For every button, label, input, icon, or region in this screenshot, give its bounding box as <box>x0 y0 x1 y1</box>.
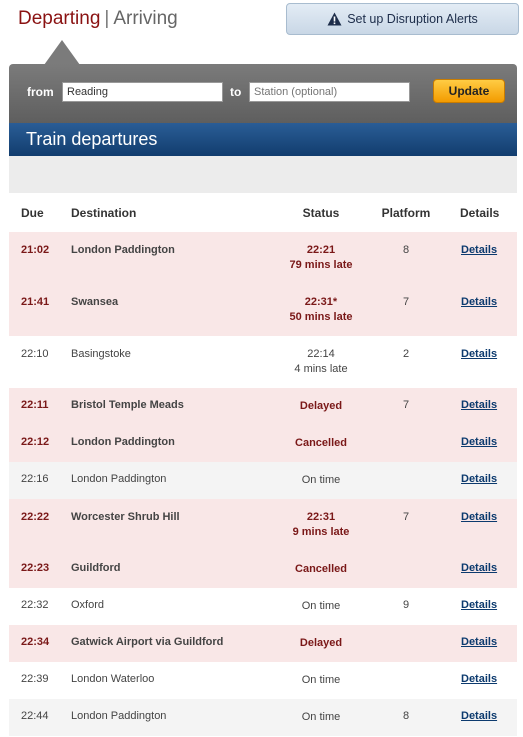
status: 22:31* 50 mins late <box>274 295 368 325</box>
status: 22:31 9 mins late <box>274 510 368 540</box>
column-status: Status <box>302 206 340 220</box>
details-link[interactable]: Details <box>461 673 497 685</box>
due-time: 22:16 <box>21 473 49 485</box>
due-time: 22:10 <box>21 348 49 360</box>
status-time: 22:31 <box>306 511 336 523</box>
details-link[interactable]: Details <box>461 473 497 485</box>
platform: 2 <box>402 348 410 360</box>
update-button[interactable]: Update <box>433 79 505 103</box>
status-time: 22:21 <box>306 244 336 256</box>
column-destination: Destination <box>71 206 137 220</box>
destination: Oxford <box>71 599 105 611</box>
details-link[interactable]: Details <box>461 636 497 648</box>
table-header: Due Destination Status Platform Details <box>9 193 517 232</box>
column-details: Details <box>460 206 500 220</box>
destination: Basingstoke <box>71 348 131 360</box>
table-row: 22:23 Guildford Cancelled Details <box>9 551 517 588</box>
status-note: 4 mins late <box>294 363 348 375</box>
status: On time <box>301 674 341 686</box>
direction-tabs: Departing | Arriving <box>18 8 178 30</box>
from-label: from <box>27 85 54 99</box>
destination: Bristol Temple Meads <box>71 399 184 411</box>
status-time: 22:14 <box>307 348 335 360</box>
status: Cancelled <box>295 563 347 575</box>
tab-departing[interactable]: Departing <box>18 8 100 29</box>
status: On time <box>301 711 341 723</box>
table-row: 22:34 Gatwick Airport via Guildford Dela… <box>9 625 517 662</box>
status-note: 50 mins late <box>289 311 353 323</box>
details-link[interactable]: Details <box>461 511 497 523</box>
table-row: 22:16 London Paddington On time Details <box>9 462 517 499</box>
board-title: Train departures <box>9 123 517 156</box>
from-station-input[interactable] <box>62 82 223 102</box>
table-row: 21:02 London Paddington 22:21 79 mins lat… <box>9 232 517 284</box>
details-link[interactable]: Details <box>461 436 497 448</box>
destination: Guildford <box>71 562 121 574</box>
tab-separator: | <box>104 8 110 29</box>
status: 22:14 4 mins late <box>274 347 368 377</box>
status: Delayed <box>299 400 343 412</box>
disruption-alerts-button[interactable]: Set up Disruption Alerts <box>286 3 519 35</box>
tab-arriving[interactable]: Arriving <box>113 8 177 29</box>
table-row: 22:22 Worcester Shrub Hill 22:31 9 mins l… <box>9 499 517 551</box>
warning-icon <box>327 12 342 26</box>
destination: Worcester Shrub Hill <box>71 511 180 523</box>
due-time: 22:34 <box>21 636 50 648</box>
table-row: 22:32 Oxford On time 9 Details <box>9 588 517 625</box>
due-time: 21:41 <box>21 296 50 308</box>
to-station-input[interactable] <box>249 82 410 102</box>
details-link[interactable]: Details <box>461 599 497 611</box>
platform: 7 <box>402 296 410 308</box>
due-time: 22:32 <box>21 599 49 611</box>
destination: London Paddington <box>71 710 167 722</box>
details-link[interactable]: Details <box>461 348 497 360</box>
table-row: 22:39 London Waterloo On time Details <box>9 662 517 699</box>
departures-table: Due Destination Status Platform Details … <box>9 193 517 736</box>
destination: Gatwick Airport via Guildford <box>71 636 224 648</box>
table-row: 22:44 London Paddington On time 8 Detail… <box>9 699 517 736</box>
status: On time <box>301 600 341 612</box>
destination: Swansea <box>71 296 119 308</box>
due-time: 21:02 <box>21 244 50 256</box>
table-row: 21:41 Swansea 22:31* 50 mins late 7 Detai… <box>9 284 517 336</box>
details-link[interactable]: Details <box>461 562 497 574</box>
disruption-alerts-label: Set up Disruption Alerts <box>347 12 478 26</box>
table-row: 22:11 Bristol Temple Meads Delayed 7 Det… <box>9 388 517 425</box>
platform: 8 <box>402 244 410 256</box>
tab-pointer <box>44 40 80 65</box>
destination: London Paddington <box>71 244 175 256</box>
table-row: 22:10 Basingstoke 22:14 4 mins late 2 Det… <box>9 336 517 388</box>
table-row: 22:12 London Paddington Cancelled Detail… <box>9 425 517 462</box>
destination: London Waterloo <box>71 673 155 685</box>
status: On time <box>301 474 341 486</box>
details-link[interactable]: Details <box>461 244 497 256</box>
due-time: 22:11 <box>21 399 49 411</box>
status-note: 79 mins late <box>289 259 353 271</box>
board-toolbar <box>9 156 517 193</box>
due-time: 22:23 <box>21 562 50 574</box>
details-link[interactable]: Details <box>461 296 497 308</box>
details-link[interactable]: Details <box>461 399 497 411</box>
details-link[interactable]: Details <box>461 710 497 722</box>
column-due: Due <box>21 206 44 220</box>
due-time: 22:22 <box>21 511 50 523</box>
destination: London Paddington <box>71 473 167 485</box>
due-time: 22:44 <box>21 710 49 722</box>
to-label: to <box>230 85 242 99</box>
platform: 8 <box>402 710 410 722</box>
platform: 9 <box>402 599 410 611</box>
platform: 7 <box>402 511 410 523</box>
platform: 7 <box>402 399 410 411</box>
status-time: 22:31* <box>304 296 338 308</box>
due-time: 22:39 <box>21 673 49 685</box>
due-time: 22:12 <box>21 436 50 448</box>
destination: London Paddington <box>71 436 175 448</box>
status: Cancelled <box>295 437 347 449</box>
status: 22:21 79 mins late <box>274 243 368 273</box>
column-platform: Platform <box>381 206 431 220</box>
status: Delayed <box>299 637 343 649</box>
status-note: 9 mins late <box>292 526 350 538</box>
